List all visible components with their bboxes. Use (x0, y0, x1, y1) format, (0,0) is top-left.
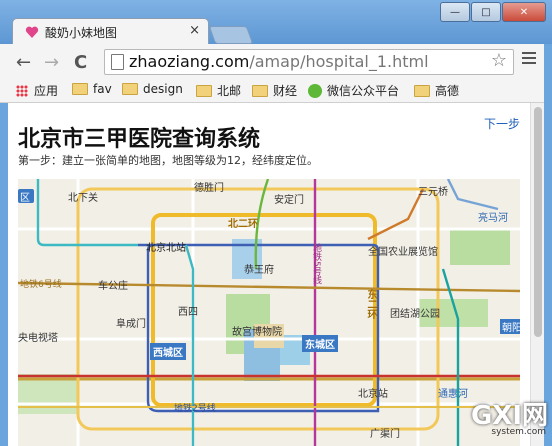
step-description: 第一步：建立一张简单的地图，地图等级为12，经纬度定位。 (18, 154, 318, 167)
next-step-link[interactable]: 下一步 (484, 115, 520, 132)
bookmark-star-icon[interactable]: ☆ (491, 50, 507, 71)
title-bar: 酸奶小妹地图 × — □ ✕ (0, 0, 552, 47)
heart-icon (25, 26, 39, 38)
bookmark-wechat[interactable]: 微信公众平台 (308, 82, 399, 99)
map-label-tuanjiehu: 团结湖公园 (390, 309, 440, 320)
forward-icon[interactable]: → (44, 52, 59, 73)
folder-icon (414, 84, 430, 97)
window-controls: — □ ✕ (439, 2, 546, 22)
map-label-gongwangfu: 恭王府 (244, 265, 274, 276)
map-label-ditie5: 地铁5号线 (311, 243, 321, 285)
map-label-xicheng: 西城区 (150, 343, 186, 360)
address-bar[interactable]: zhaoziang.com/amap/hospital_1.html ☆ (104, 49, 514, 75)
bookmark-apps[interactable]: 应用 (16, 82, 58, 99)
map-label-liangmahe: 亮马河 (478, 213, 508, 224)
scrollbar-thumb[interactable] (534, 107, 542, 337)
bookmark-gaode[interactable]: 高德 (414, 82, 459, 99)
tab-close-icon[interactable]: × (189, 23, 200, 38)
browser-tab[interactable]: 酸奶小妹地图 × (12, 18, 209, 47)
bookmarks-bar: 应用 fav design 北邮 财经 微信公众平台 高德 (0, 80, 552, 103)
map-label-nongye: 全国农业展览馆 (368, 247, 438, 258)
map-label-qu: 区 (20, 193, 30, 204)
map-view[interactable]: 区 北下关 德胜门 安定门 北二环 三元桥 亮马河 北京北站 地铁5号线 地铁6… (18, 179, 520, 446)
maximize-button[interactable]: □ (471, 2, 501, 22)
bookmark-design[interactable]: design (122, 82, 183, 96)
map-label-erhuan: 北二环 (228, 219, 258, 230)
watermark-domain: system.com (491, 427, 546, 437)
back-icon[interactable]: ← (16, 52, 31, 73)
map-label-tonghuihe: 通惠河 (438, 389, 468, 400)
page-content: 北京市三甲医院查询系统 下一步 第一步：建立一张简单的地图，地图等级为12，经纬… (8, 103, 530, 446)
map-label-chaoyang: 朝阳 (500, 319, 520, 334)
tab-title: 酸奶小妹地图 (45, 26, 118, 40)
bookmark-label: 微信公众平台 (327, 84, 400, 98)
map-label-beijingzhan: 北京站 (358, 389, 388, 400)
map-label-gugong: 故宫博物院 (232, 327, 282, 338)
url-path: /amap/hospital_1.html (249, 52, 429, 71)
bookmark-label: 高德 (435, 84, 460, 98)
map-label-beixiaguan: 北下关 (68, 193, 98, 204)
map-label-andingmen: 安定门 (274, 195, 304, 206)
bookmark-caijing[interactable]: 财经 (252, 82, 297, 99)
close-window-button[interactable]: ✕ (502, 2, 546, 22)
folder-icon (252, 84, 268, 97)
reload-icon[interactable]: C (74, 52, 87, 73)
folder-icon (122, 83, 138, 95)
minimize-button[interactable]: — (440, 2, 470, 22)
menu-icon[interactable] (522, 52, 536, 67)
bookmark-label: 北邮 (217, 84, 242, 98)
map-label-deshengmen: 德胜门 (194, 183, 224, 194)
bookmark-fav[interactable]: fav (72, 82, 112, 96)
window-border-left (0, 103, 8, 446)
map-label-ditie6: 地铁6号线 (20, 280, 62, 290)
map-label-guangqumen: 广渠门 (370, 429, 400, 440)
map-label-fuchengmen: 阜成门 (116, 319, 146, 330)
url-text: zhaoziang.com/amap/hospital_1.html (129, 52, 429, 71)
page-icon (111, 54, 124, 70)
folder-icon (72, 83, 88, 95)
map-label-cctv: 央电视塔 (18, 333, 58, 344)
map-label-xisi: 西四 (178, 307, 198, 318)
bookmark-label: fav (93, 82, 112, 96)
map-label-chegongzhuang: 车公庄 (98, 281, 128, 292)
bookmark-apps-label: 应用 (34, 84, 59, 98)
map-label-ditie2: 地铁2号线 (174, 404, 216, 414)
bookmark-label: 财经 (273, 84, 298, 98)
apps-grid-icon (16, 84, 28, 97)
map-label-donghuan: 东二环 (365, 289, 376, 319)
page-title: 北京市三甲医院查询系统 (18, 127, 261, 152)
browser-toolbar: ← → C zhaoziang.com/amap/hospital_1.html… (0, 44, 552, 80)
bookmark-beiyou[interactable]: 北邮 (196, 82, 241, 99)
url-host: zhaoziang.com (129, 52, 250, 71)
bookmark-label: design (143, 82, 183, 96)
wechat-icon (308, 83, 322, 98)
window-border-right (544, 44, 552, 446)
watermark: GXI网 system.com (470, 395, 552, 446)
map-label-sanyuanqiao: 三元桥 (418, 187, 448, 198)
map-label-beijingnorth: 北京北站 (146, 243, 186, 254)
new-tab-button[interactable] (208, 26, 254, 44)
map-label-dongcheng: 东城区 (302, 335, 338, 352)
folder-icon (196, 84, 212, 97)
